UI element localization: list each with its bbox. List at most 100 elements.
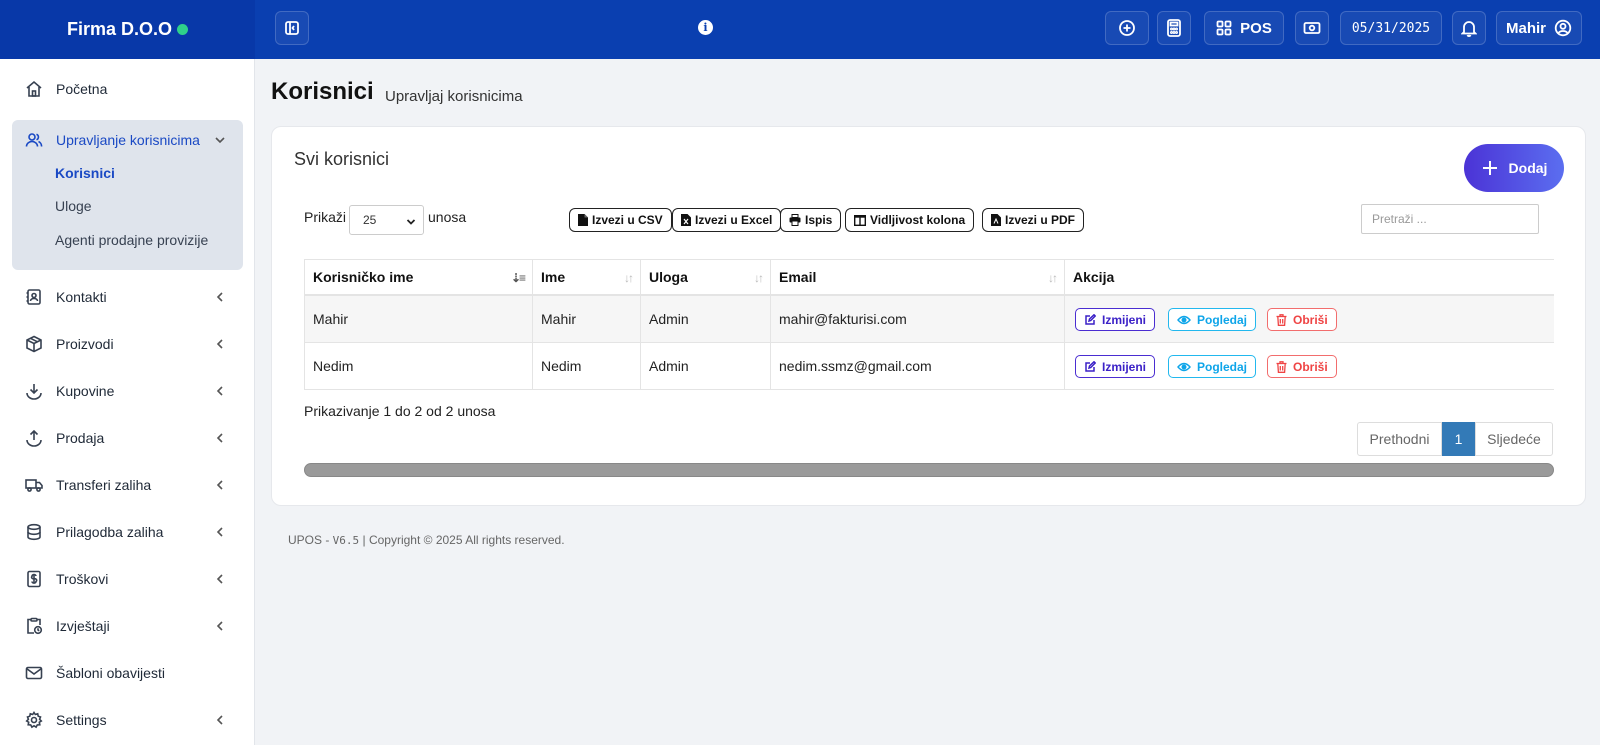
sidebar-item-purchases[interactable]: Kupovine [12,371,243,411]
sidebar-item-notification-templates[interactable]: Šabloni obavijesti [12,653,243,693]
file-excel-icon [681,214,691,226]
view-label: Pogledaj [1197,312,1248,327]
database-icon [25,523,43,541]
sidebar-item-label: Troškovi [56,571,109,587]
pos-button[interactable]: POS [1204,11,1284,45]
footer-version: V6.5 [332,534,360,547]
sidebar-item-stock-transfers[interactable]: Transferi zaliha [12,465,243,505]
add-user-button[interactable]: Dodaj [1464,144,1564,192]
sidebar-item-expenses[interactable]: Troškovi [12,559,243,599]
export-csv-button[interactable]: Izvezi u CSV [569,208,672,232]
edit-icon [1085,360,1096,372]
export-excel-button[interactable]: Izvezi u Excel [672,208,782,232]
view-button[interactable]: Pogledaj [1168,355,1257,378]
sidebar-toggle-icon [285,21,299,35]
table-info: Prikazivanje 1 do 2 od 2 unosa [304,403,496,419]
column-visibility-label: Vidljivost kolona [870,213,966,227]
sidebar-item-sales[interactable]: Prodaja [12,418,243,458]
chevron-left-icon [213,572,227,586]
chevron-left-icon [213,431,227,445]
download-icon [25,382,43,400]
column-header-role[interactable]: Uloga ↓↑ [640,260,770,294]
export-excel-label: Izvezi u Excel [695,213,773,227]
search-input[interactable]: Pretraži ... [1361,204,1539,234]
pagination-previous[interactable]: Prethodni [1357,422,1442,456]
chevron-left-icon [213,619,227,633]
delete-button[interactable]: Obriši [1267,355,1337,378]
print-button[interactable]: Ispis [780,208,842,232]
gear-icon [25,711,43,729]
chevron-left-icon [213,290,227,304]
chevron-down-icon [213,133,227,147]
page-size-select[interactable]: 25 [349,205,424,235]
delete-button[interactable]: Obriši [1267,308,1337,331]
pagination-page-1[interactable]: 1 [1442,422,1475,456]
cell-actions: Izmijeni Pogledaj Obriši [1064,296,1554,342]
page-title: Korisnici [271,78,374,105]
sidebar-subitem-commission-agents[interactable]: Agenti prodajne provizije [55,232,208,248]
date-display[interactable]: 05/31/2025 [1340,11,1442,45]
column-header-name[interactable]: Ime ↓↑ [532,260,640,294]
sidebar-item-label: Transferi zaliha [56,477,152,493]
sidebar-item-home[interactable]: Početna [12,69,243,109]
top-bar: Firma D.O.O i POS 05/31/2025 Mahir [0,0,1600,59]
sidebar-item-products[interactable]: Proizvodi [12,324,243,364]
users-card: Svi korisnici Dodaj Prikaži 25 unosa Izv… [271,126,1586,506]
footer-copyright: | Copyright © 2025 All rights reserved. [359,533,565,547]
sidebar-item-label: Prilagodba zaliha [56,524,164,540]
sidebar-subitem-roles[interactable]: Uloge [55,198,92,214]
cell-email: mahir@fakturisi.com [770,296,1064,342]
column-header-email[interactable]: Email ↓↑ [770,260,1064,294]
view-button[interactable]: Pogledaj [1168,308,1257,331]
footer: UPOS - V6.5 | Copyright © 2025 All right… [288,533,565,547]
current-date: 05/31/2025 [1351,20,1431,36]
trash-icon [1276,313,1287,326]
print-icon [789,214,801,226]
cell-email: nedim.ssmz@gmail.com [770,343,1064,389]
add-quick-button[interactable] [1105,11,1149,45]
truck-icon [25,476,43,494]
export-pdf-button[interactable]: Izvezi u PDF [982,208,1085,232]
card-title: Svi korisnici [294,149,390,169]
sidebar-item-stock-adjustment[interactable]: Prilagodba zaliha [12,512,243,552]
notifications-button[interactable] [1452,11,1486,45]
brand[interactable]: Firma D.O.O [0,0,255,59]
sidebar-item-reports[interactable]: Izvještaji [12,606,243,646]
chevron-left-icon [213,478,227,492]
users-icon [25,131,43,149]
sidebar-item-user-management[interactable]: Upravljanje korisnicima [12,120,243,160]
sidebar: Početna Upravljanje korisnicima Korisnic… [0,59,255,745]
sidebar-item-label: Proizvodi [56,336,114,352]
edit-button[interactable]: Izmijeni [1075,355,1156,378]
edit-button[interactable]: Izmijeni [1075,308,1156,331]
cell-name: Mahir [532,296,640,342]
plus-circle-icon [1119,20,1135,36]
upload-icon [25,429,43,447]
cell-role: Admin [640,296,770,342]
column-visibility-button[interactable]: Vidljivost kolona [845,208,975,232]
chevron-left-icon [213,337,227,351]
delete-label: Obriši [1293,359,1328,374]
page-subtitle: Upravljaj korisnicima [385,88,523,105]
sidebar-item-label: Kupovine [56,383,115,399]
user-menu-button[interactable]: Mahir [1496,11,1582,45]
export-csv-label: Izvezi u CSV [592,213,663,227]
sidebar-item-settings[interactable]: Settings [12,700,243,740]
home-icon [25,80,43,98]
sidebar-item-contacts[interactable]: Kontakti [12,277,243,317]
clipboard-clock-icon [25,617,43,635]
sidebar-item-label: Upravljanje korisnicima [56,132,200,148]
horizontal-scrollbar[interactable] [304,463,1554,477]
info-icon[interactable]: i [698,20,713,35]
sidebar-subitem-users[interactable]: Korisnici [55,165,115,181]
envelope-icon [25,664,43,682]
column-header-username[interactable]: Korisničko ime ⇣≡ [304,260,532,294]
sidebar-item-label: Settings [56,712,107,728]
cash-register-button[interactable] [1295,11,1329,45]
calculator-button[interactable] [1157,11,1191,45]
pagination-next[interactable]: Sljedeće [1475,422,1553,456]
cell-actions: Izmijeni Pogledaj Obriši [1064,343,1554,389]
sidebar-item-label: Kontakti [56,289,107,305]
toggle-sidebar-button[interactable] [275,11,309,45]
column-header-label: Ime [541,269,566,285]
